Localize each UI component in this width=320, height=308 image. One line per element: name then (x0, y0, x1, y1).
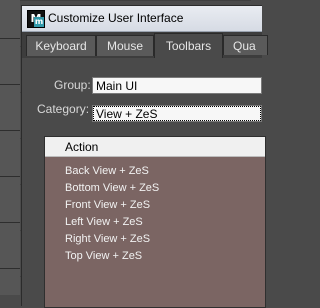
grid-line (0, 176, 20, 177)
tab-keyboard[interactable]: Keyboard (26, 35, 96, 56)
list-item[interactable]: Bottom View + ZeS (65, 180, 159, 197)
app-icon-sub: m (34, 17, 44, 27)
customize-ui-dialog: M m Customize User Interface Keyboard Mo… (21, 5, 268, 308)
list-item[interactable]: Back View + ZeS (65, 163, 149, 180)
tab-toolbars[interactable]: Toolbars (154, 33, 223, 58)
title-bar[interactable]: M m Customize User Interface (22, 6, 262, 32)
app-icon: M m (27, 10, 45, 28)
category-label: Category: (37, 102, 90, 116)
action-column-header[interactable]: Action (45, 137, 265, 157)
tab-bar: Keyboard Mouse Toolbars Qua (22, 32, 268, 58)
tab-quads[interactable]: Qua (223, 35, 268, 55)
tab-mouse[interactable]: Mouse (96, 35, 154, 56)
grid-line (0, 38, 20, 39)
action-list[interactable]: Action Back View + ZeS Bottom View + ZeS… (44, 136, 266, 308)
list-item[interactable]: Right View + ZeS (65, 231, 150, 248)
grid-line (0, 84, 20, 85)
list-item[interactable]: Top View + ZeS (65, 248, 142, 265)
dialog-title: Customize User Interface (48, 11, 184, 25)
grid-line (0, 222, 20, 223)
grid-line (0, 268, 20, 269)
toolbars-panel: Group: Main UI Category: View + ZeS Acti… (22, 58, 266, 308)
list-item[interactable]: Left View + ZeS (65, 214, 143, 231)
list-item[interactable]: Front View + ZeS (65, 197, 150, 214)
group-dropdown[interactable]: Main UI (92, 77, 262, 94)
viewport-edge (0, 0, 20, 295)
group-label: Group: (54, 78, 91, 92)
category-dropdown[interactable]: View + ZeS (92, 105, 262, 122)
grid-line (0, 130, 20, 131)
